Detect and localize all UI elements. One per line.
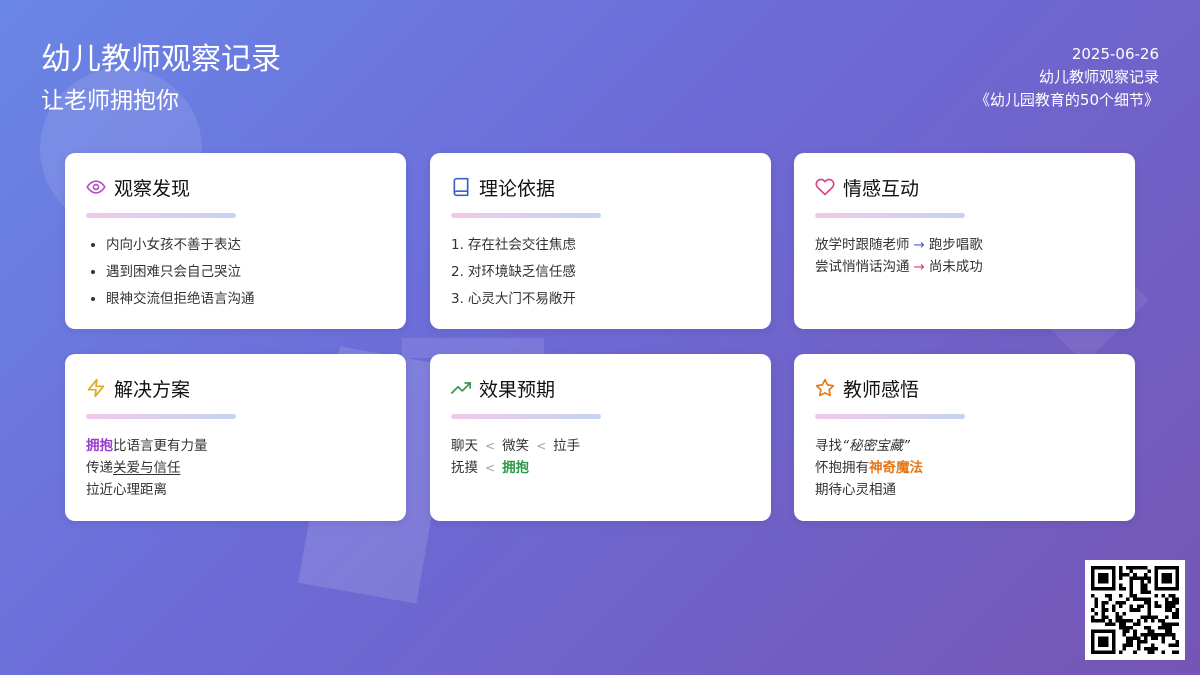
text-segment: 尝试悄悄话沟通 xyxy=(815,259,910,275)
page-subtitle: 让老师拥抱你 xyxy=(41,88,179,114)
list-text: 存在社会交往焦虑 xyxy=(467,237,576,253)
card-title: 情感互动 xyxy=(843,177,920,200)
list-text: 心灵大门不易敞开 xyxy=(467,291,576,307)
text-segment: 传递 xyxy=(86,460,113,476)
page-title: 幼儿教师观察记录 xyxy=(41,42,281,77)
list-number: 3. xyxy=(451,291,464,307)
card-divider xyxy=(451,414,601,419)
card-emotion: 情感互动 放学时跟随老师 → 跑步唱歌 尝试悄悄话沟通 → 尚未成功 xyxy=(794,153,1135,329)
text-line: 抚摸 < 拥抱 xyxy=(451,457,751,479)
card-observe: 观察发现 内向小女孩不善于表达 遇到困难只会自己哭泣 眼神交流但拒绝语言沟通 xyxy=(65,153,406,329)
heart-icon xyxy=(815,178,835,196)
highlight-text: 拥抱 xyxy=(86,438,113,454)
card-effect: 效果预期 聊天 < 微笑 < 拉手 抚摸 < 拥抱 xyxy=(430,354,771,521)
card-title: 解决方案 xyxy=(114,378,191,401)
trending-up-icon xyxy=(451,382,471,394)
text-segment: 尚未成功 xyxy=(928,259,983,275)
arrow-right-icon: → xyxy=(913,259,925,275)
card-divider xyxy=(86,414,236,419)
header-left: 幼儿教师观察记录 让老师拥抱你 xyxy=(41,40,281,116)
text-segment: 微笑 xyxy=(502,438,530,454)
text-line: 放学时跟随老师 → 跑步唱歌 xyxy=(815,234,1115,256)
card-title: 理论依据 xyxy=(479,177,556,200)
text-line: 传递关爱与信任 xyxy=(86,457,386,479)
list-item: 3. 心灵大门不易敞开 xyxy=(451,286,751,313)
card-divider xyxy=(451,213,601,218)
card-solution: 解决方案 拥抱比语言更有力量 传递关爱与信任 拉近心理距离 xyxy=(65,354,406,521)
text-segment: 怀抱拥有 xyxy=(815,460,869,476)
text-segment: 抚摸 xyxy=(451,460,478,476)
text-line: 尝试悄悄话沟通 → 尚未成功 xyxy=(815,256,1115,278)
less-than-icon: < xyxy=(485,439,496,453)
card-divider xyxy=(815,414,965,419)
text-segment: 寻找 xyxy=(815,438,842,454)
list-item: 内向小女孩不善于表达 xyxy=(106,232,386,259)
text-segment: 拉手 xyxy=(553,438,581,454)
highlight-text: 神奇魔法 xyxy=(869,460,923,476)
card-divider xyxy=(86,213,236,218)
text-segment: 聊天 xyxy=(451,438,478,454)
less-than-icon: < xyxy=(536,439,547,453)
list-item: 眼神交流但拒绝语言沟通 xyxy=(106,286,386,313)
card-reflection: 教师感悟 寻找“秘密宝藏” 怀抱拥有神奇魔法 期待心灵相通 xyxy=(794,354,1135,521)
text-line: 寻找“秘密宝藏” xyxy=(815,435,1115,457)
arrow-right-icon: → xyxy=(913,237,925,253)
star-icon xyxy=(815,378,835,397)
card-title: 教师感悟 xyxy=(843,378,920,401)
category-text: 幼儿教师观察记录 xyxy=(1038,68,1159,86)
list-item: 1. 存在社会交往焦虑 xyxy=(451,232,751,259)
qr-code-graphic xyxy=(1091,566,1179,654)
text-line: 怀抱拥有神奇魔法 xyxy=(815,457,1115,479)
lightning-icon xyxy=(87,378,105,398)
list-text: 对环境缺乏信任感 xyxy=(467,264,576,280)
text-segment: 放学时跟随老师 xyxy=(815,237,910,253)
date-text: 2025-06-26 xyxy=(1071,45,1159,63)
header-meta: 2025-06-26 幼儿教师观察记录 《幼儿园教育的50个细节》 xyxy=(975,43,1159,112)
list-number: 1. xyxy=(451,237,464,253)
less-than-icon: < xyxy=(485,461,496,475)
text-line: 拥抱比语言更有力量 xyxy=(86,435,386,457)
card-divider xyxy=(815,213,965,218)
qr-code-icon[interactable] xyxy=(1085,560,1185,660)
source-text: 《幼儿园教育的50个细节》 xyxy=(974,91,1159,109)
highlight-text: 拥抱 xyxy=(502,460,530,476)
list-item: 2. 对环境缺乏信任感 xyxy=(451,259,751,286)
list-number: 2. xyxy=(451,264,464,280)
eye-icon xyxy=(86,180,106,194)
book-icon xyxy=(453,177,469,197)
text-line: 拉近心理距离 xyxy=(86,482,167,498)
italic-text: “秘密宝藏” xyxy=(842,438,910,454)
list-item: 遇到困难只会自己哭泣 xyxy=(106,259,386,286)
text-segment: 跑步唱歌 xyxy=(928,237,983,253)
text-line: 期待心灵相通 xyxy=(815,482,896,498)
text-line: 聊天 < 微笑 < 拉手 xyxy=(451,435,751,457)
text-segment: 比语言更有力量 xyxy=(113,438,208,454)
card-title: 观察发现 xyxy=(114,177,191,200)
card-theory: 理论依据 1. 存在社会交往焦虑 2. 对环境缺乏信任感 3. 心灵大门不易敞开 xyxy=(430,153,771,329)
underlined-text: 关爱与信任 xyxy=(113,460,181,476)
card-title: 效果预期 xyxy=(479,378,556,401)
